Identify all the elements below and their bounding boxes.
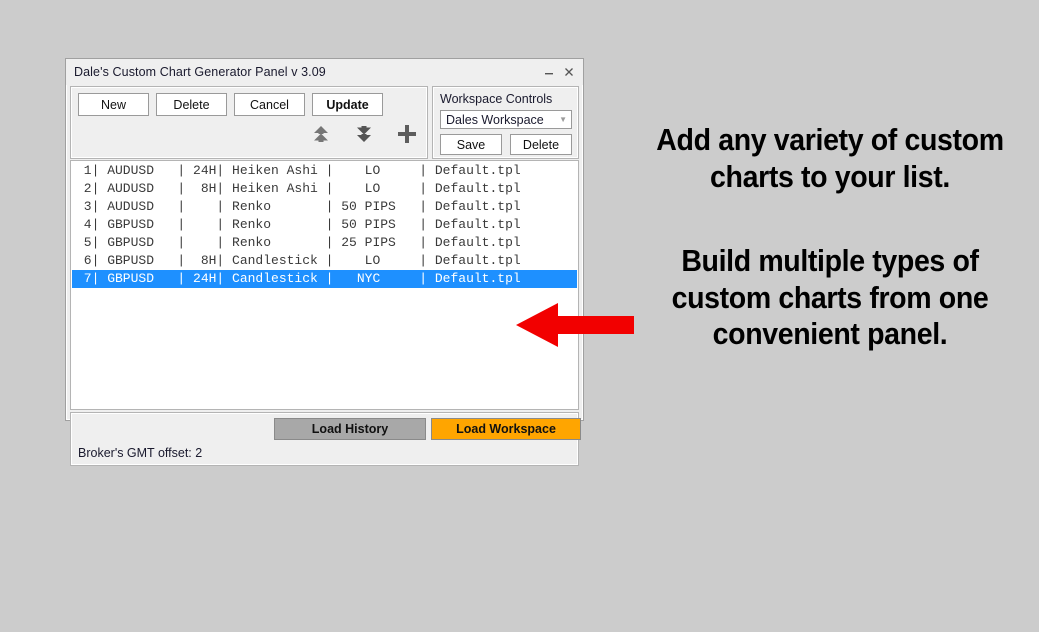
chart-list-row[interactable]: 4| GBPUSD | | Renko | 50 PIPS | Default.… <box>72 216 577 234</box>
chart-list-row[interactable]: 7| GBPUSD | 24H| Candlestick | NYC | Def… <box>72 270 577 288</box>
promo-heading-top: Add any variety of custom charts to your… <box>656 122 1004 194</box>
chart-list-box[interactable]: 1| AUDUSD | 24H| Heiken Ashi | LO | Defa… <box>70 160 579 410</box>
close-icon[interactable] <box>559 62 579 82</box>
chart-list-row[interactable]: 6| GBPUSD | 8H| Candlestick | LO | Defau… <box>72 252 577 270</box>
load-workspace-button[interactable]: Load Workspace <box>431 418 581 440</box>
workspace-select-value: Dales Workspace <box>446 112 544 127</box>
workspace-delete-button[interactable]: Delete <box>510 134 572 155</box>
chart-list-row[interactable]: 1| AUDUSD | 24H| Heiken Ashi | LO | Defa… <box>72 162 577 180</box>
workspace-controls-group: Workspace Controls Dales Workspace ▼ Sav… <box>432 86 579 159</box>
load-history-button[interactable]: Load History <box>274 418 426 440</box>
chevron-down-icon: ▼ <box>559 114 567 124</box>
workspace-controls-title: Workspace Controls <box>440 92 553 106</box>
command-button-group: New Delete Cancel Update <box>70 86 428 159</box>
row-order-icons <box>310 123 418 145</box>
cancel-button[interactable]: Cancel <box>234 93 305 116</box>
app-window: Dale's Custom Chart Generator Panel v 3.… <box>65 58 584 466</box>
update-button[interactable]: Update <box>312 93 383 116</box>
chart-list-row[interactable]: 5| GBPUSD | | Renko | 25 PIPS | Default.… <box>72 234 577 252</box>
chart-list: 1| AUDUSD | 24H| Heiken Ashi | LO | Defa… <box>72 162 577 408</box>
toolbar-region: New Delete Cancel Update Workspace Contr… <box>70 86 579 159</box>
workspace-buttons: Save Delete <box>440 134 572 155</box>
bottom-buttons: Load History Load Workspace <box>274 418 581 440</box>
promo-heading-bottom: Build multiple types of custom charts fr… <box>671 243 989 352</box>
move-down-icon[interactable] <box>353 123 375 145</box>
chart-list-row[interactable]: 3| AUDUSD | | Renko | 50 PIPS | Default.… <box>72 198 577 216</box>
title-bar: Dale's Custom Chart Generator Panel v 3.… <box>66 59 583 85</box>
delete-button[interactable]: Delete <box>156 93 227 116</box>
minimize-icon[interactable] <box>539 62 559 82</box>
status-text: Broker's GMT offset: 2 <box>78 446 203 460</box>
chart-list-row[interactable]: 2| AUDUSD | 8H| Heiken Ashi | LO | Defau… <box>72 180 577 198</box>
workspace-save-button[interactable]: Save <box>440 134 502 155</box>
new-button[interactable]: New <box>78 93 149 116</box>
workspace-select[interactable]: Dales Workspace ▼ <box>440 110 572 129</box>
move-up-icon[interactable] <box>310 123 332 145</box>
command-buttons: New Delete Cancel Update <box>78 93 389 116</box>
bottom-panel: Load History Load Workspace Broker's GMT… <box>70 412 581 466</box>
add-icon[interactable] <box>396 123 418 145</box>
window-title: Dale's Custom Chart Generator Panel v 3.… <box>74 65 326 79</box>
